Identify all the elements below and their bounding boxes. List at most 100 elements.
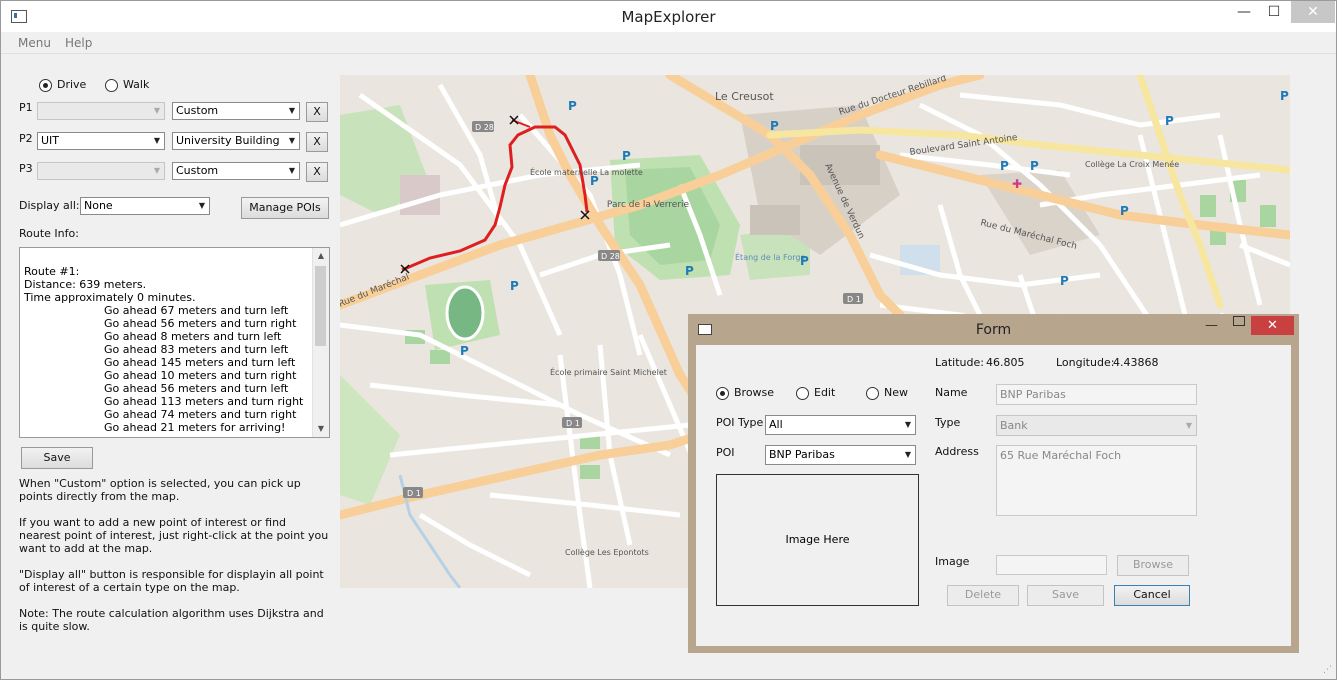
type-select[interactable]: Bank ▼ <box>996 415 1197 436</box>
poi-value: BNP Paribas <box>769 448 835 461</box>
image-path-field[interactable] <box>996 555 1107 575</box>
chevron-down-icon: ▼ <box>153 136 160 145</box>
p2-place-select[interactable]: UIT ▼ <box>37 132 165 150</box>
route-line: Go ahead 10 meters and turn right <box>104 369 297 382</box>
chevron-down-icon: ▼ <box>904 420 911 429</box>
cancel-button[interactable]: Cancel <box>1114 585 1190 606</box>
parking-icon: P <box>685 264 694 278</box>
route-line: Go ahead 83 meters and turn left <box>104 343 289 356</box>
map-label-le-creusot: Le Creusot <box>715 90 774 103</box>
walk-radio[interactable]: Walk <box>105 78 149 92</box>
form-maximize-button[interactable] <box>1233 316 1245 326</box>
map-label-ecole-primaire: École primaire Saint Michelet <box>550 366 667 377</box>
poi-select[interactable]: BNP Paribas ▼ <box>765 445 916 465</box>
minimize-button[interactable]: — <box>1229 1 1259 23</box>
parking-icon: P <box>1280 89 1289 103</box>
edit-radio-indicator <box>796 386 809 400</box>
route-info-textarea[interactable]: Route #1: Distance: 639 meters. Time app… <box>19 247 330 438</box>
p3-label: P3 <box>19 162 33 175</box>
route-info-scrollbar[interactable]: ▲ ▼ <box>312 248 329 437</box>
poi-type-value: All <box>769 418 783 431</box>
scroll-up-icon[interactable]: ▲ <box>313 248 329 264</box>
route-line: Go ahead 56 meters and turn left <box>104 382 289 395</box>
road-shield-d28: D 28 <box>475 123 494 132</box>
menu-menu[interactable]: Menu <box>18 36 51 50</box>
manage-pois-button[interactable]: Manage POIs <box>241 197 329 219</box>
save-route-button[interactable]: Save <box>21 447 93 469</box>
resize-grip-icon[interactable]: ⋰ <box>1323 665 1332 675</box>
p3-type-select[interactable]: Custom ▼ <box>172 162 300 180</box>
display-all-label: Display all: <box>19 199 80 212</box>
route-line: Go ahead 21 meters for arriving! <box>104 421 286 434</box>
help-text-poi: If you want to add a new point of intere… <box>19 516 329 555</box>
route-line: Time approximately 0 minutes. <box>24 291 196 304</box>
p1-remove-button[interactable]: X <box>306 102 328 122</box>
form-save-button[interactable]: Save <box>1027 585 1104 606</box>
address-field[interactable]: 65 Rue Maréchal Foch <box>996 445 1197 516</box>
drive-radio[interactable]: Drive <box>39 78 86 92</box>
poi-type-select[interactable]: All ▼ <box>765 415 916 435</box>
new-label: New <box>884 386 908 399</box>
edit-radio[interactable]: Edit <box>796 386 835 400</box>
map-label-college-croix: Collège La Croix Menée <box>1085 159 1179 169</box>
p2-type-select[interactable]: University Building ▼ <box>172 132 300 150</box>
route-line: Go ahead 145 meters and turn left <box>104 356 296 369</box>
form-body: Latitude: 46.805 Longitude: 4.43868 Brow… <box>696 345 1291 646</box>
menu-help[interactable]: Help <box>65 36 92 50</box>
chevron-down-icon: ▼ <box>1185 421 1192 430</box>
new-radio[interactable]: New <box>866 386 908 400</box>
route-line: Go ahead 56 meters and turn right <box>104 317 297 330</box>
edit-label: Edit <box>814 386 836 399</box>
p2-label: P2 <box>19 132 33 145</box>
chevron-down-icon: ▼ <box>198 201 205 210</box>
image-browse-button[interactable]: Browse <box>1117 555 1189 576</box>
p1-type-select[interactable]: Custom ▼ <box>172 102 300 120</box>
parking-icon: P <box>1120 204 1129 218</box>
p2-remove-button[interactable]: X <box>306 132 328 152</box>
menu-bar: Menu Help <box>1 33 1336 54</box>
latitude-value: 46.805 <box>986 356 1025 369</box>
name-field[interactable]: BNP Paribas <box>996 384 1197 405</box>
type-value: Bank <box>1000 419 1028 432</box>
browse-radio[interactable]: Browse <box>716 386 774 400</box>
title-bar: MapExplorer — ☐ ✕ <box>1 1 1336 32</box>
route-line: Go ahead 67 meters and turn left <box>104 304 289 317</box>
p1-type-value: Custom <box>176 104 219 117</box>
form-minimize-button[interactable]: — <box>1205 318 1218 333</box>
delete-button[interactable]: Delete <box>947 585 1019 606</box>
chevron-down-icon: ▼ <box>153 166 160 175</box>
poi-label: POI <box>716 446 735 459</box>
browse-radio-indicator <box>716 386 729 400</box>
parking-icon: P <box>1030 159 1039 173</box>
display-all-select[interactable]: None ▼ <box>80 197 210 215</box>
map-label-parc: Parc de la Verrerie <box>607 200 690 210</box>
route-line: Go ahead 113 meters and turn right <box>104 395 304 408</box>
p2-place-value: UIT <box>41 134 60 147</box>
parking-icon: P <box>1165 114 1174 128</box>
maximize-button[interactable]: ☐ <box>1259 1 1289 23</box>
p1-place-select[interactable]: ▼ <box>37 102 165 120</box>
name-label: Name <box>935 386 968 399</box>
p3-place-select[interactable]: ▼ <box>37 162 165 180</box>
parking-icon: P <box>800 254 809 268</box>
type-label: Type <box>935 416 961 429</box>
parking-icon: P <box>770 119 779 133</box>
scroll-down-icon[interactable]: ▼ <box>313 421 329 437</box>
parking-icon: P <box>1060 274 1069 288</box>
form-title-bar: Form — ✕ <box>688 314 1299 344</box>
help-text-note: Note: The route calculation algorithm us… <box>19 607 324 633</box>
close-button[interactable]: ✕ <box>1291 1 1335 23</box>
map-label-etang: Étang de la Forge <box>735 251 805 262</box>
route-line: Go ahead 74 meters and turn right <box>104 408 297 421</box>
route-line: Go ahead 8 meters and turn left <box>104 330 282 343</box>
longitude-value: 4.43868 <box>1113 356 1159 369</box>
p1-label: P1 <box>19 101 33 114</box>
walk-label: Walk <box>123 78 150 91</box>
road-shield-d1: D 1 <box>407 489 421 498</box>
map-label-ecole-maternelle: École maternelle La molette <box>530 166 643 177</box>
route-line: Distance: 639 meters. <box>24 278 147 291</box>
parking-icon: P <box>590 174 599 188</box>
p3-remove-button[interactable]: X <box>306 162 328 182</box>
scroll-thumb[interactable] <box>315 266 326 346</box>
form-close-button[interactable]: ✕ <box>1251 316 1294 335</box>
